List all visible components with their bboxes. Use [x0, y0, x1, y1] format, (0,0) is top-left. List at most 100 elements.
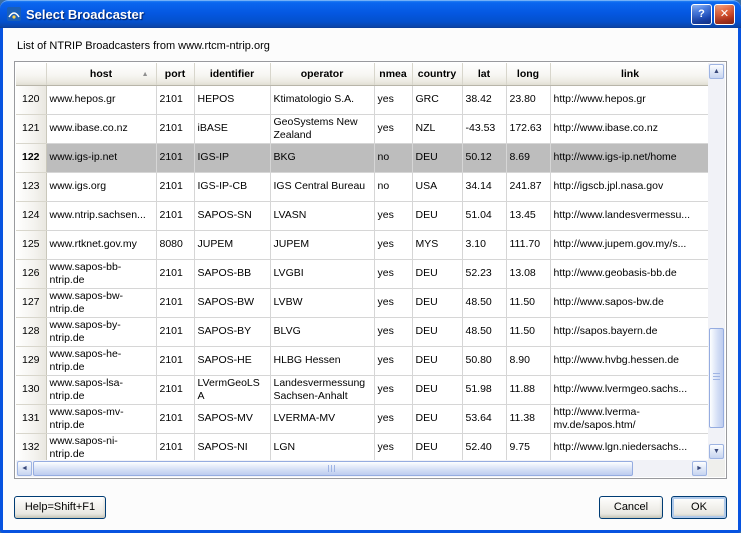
- cell-lat[interactable]: -43.53: [462, 114, 506, 143]
- cell-operator[interactable]: LGN: [270, 433, 374, 462]
- cell-operator[interactable]: LVGBI: [270, 259, 374, 288]
- cell-host[interactable]: www.rtknet.gov.my: [46, 230, 156, 259]
- cell-host[interactable]: www.sapos-he-ntrip.de: [46, 346, 156, 375]
- cell-host[interactable]: www.hepos.gr: [46, 85, 156, 114]
- corner-header-cell[interactable]: [16, 63, 46, 85]
- cell-long[interactable]: 111.70: [506, 230, 550, 259]
- cell-link[interactable]: http://www.lverma-mv.de/sapos.htm/: [550, 404, 710, 433]
- vertical-scrollbar[interactable]: ▲ ▼: [708, 63, 725, 460]
- col-header-lat[interactable]: lat: [462, 63, 506, 85]
- cell-country[interactable]: DEU: [412, 317, 462, 346]
- cell-identifier[interactable]: SAPOS-HE: [194, 346, 270, 375]
- cell-link[interactable]: http://sapos.bayern.de: [550, 317, 710, 346]
- cell-lat[interactable]: 50.12: [462, 143, 506, 172]
- ok-button[interactable]: OK: [671, 496, 727, 519]
- cell-link[interactable]: http://www.jupem.gov.my/s...: [550, 230, 710, 259]
- table-row[interactable]: 128www.sapos-by-ntrip.de2101SAPOS-BYBLVG…: [16, 317, 710, 346]
- cell-long[interactable]: 23.80: [506, 85, 550, 114]
- cell-identifier[interactable]: SAPOS-NI: [194, 433, 270, 462]
- vertical-scroll-thumb[interactable]: [709, 328, 724, 428]
- table-row[interactable]: 125www.rtknet.gov.my8080JUPEMJUPEMyesMYS…: [16, 230, 710, 259]
- col-header-nmea[interactable]: nmea: [374, 63, 412, 85]
- cell-host[interactable]: www.sapos-bw-ntrip.de: [46, 288, 156, 317]
- row-number[interactable]: 132: [16, 433, 46, 462]
- cell-lat[interactable]: 3.10: [462, 230, 506, 259]
- cell-port[interactable]: 8080: [156, 230, 194, 259]
- cell-port[interactable]: 2101: [156, 375, 194, 404]
- cell-nmea[interactable]: no: [374, 143, 412, 172]
- table-row[interactable]: 127www.sapos-bw-ntrip.de2101SAPOS-BWLVBW…: [16, 288, 710, 317]
- cell-long[interactable]: 9.75: [506, 433, 550, 462]
- cell-operator[interactable]: LVASN: [270, 201, 374, 230]
- cell-lat[interactable]: 52.40: [462, 433, 506, 462]
- cell-long[interactable]: 241.87: [506, 172, 550, 201]
- cell-link[interactable]: http://www.igs-ip.net/home: [550, 143, 710, 172]
- cell-long[interactable]: 8.69: [506, 143, 550, 172]
- cell-link[interactable]: http://www.hepos.gr: [550, 85, 710, 114]
- cell-link[interactable]: http://www.lgn.niedersachs...: [550, 433, 710, 462]
- cell-host[interactable]: www.ibase.co.nz: [46, 114, 156, 143]
- cell-long[interactable]: 172.63: [506, 114, 550, 143]
- cell-nmea[interactable]: yes: [374, 85, 412, 114]
- cell-operator[interactable]: BKG: [270, 143, 374, 172]
- cell-identifier[interactable]: IGS-IP-CB: [194, 172, 270, 201]
- table-row[interactable]: 126www.sapos-bb-ntrip.de2101SAPOS-BBLVGB…: [16, 259, 710, 288]
- cell-identifier[interactable]: SAPOS-BB: [194, 259, 270, 288]
- cell-port[interactable]: 2101: [156, 172, 194, 201]
- cell-operator[interactable]: JUPEM: [270, 230, 374, 259]
- cell-link[interactable]: http://www.geobasis-bb.de: [550, 259, 710, 288]
- cell-nmea[interactable]: yes: [374, 346, 412, 375]
- titlebar[interactable]: Select Broadcaster ? ✕: [0, 0, 741, 28]
- table-row[interactable]: 123www.igs.org2101IGS-IP-CBIGS Central B…: [16, 172, 710, 201]
- cell-nmea[interactable]: yes: [374, 230, 412, 259]
- row-number[interactable]: 125: [16, 230, 46, 259]
- cell-identifier[interactable]: JUPEM: [194, 230, 270, 259]
- cell-port[interactable]: 2101: [156, 346, 194, 375]
- cell-long[interactable]: 11.50: [506, 317, 550, 346]
- cell-long[interactable]: 13.08: [506, 259, 550, 288]
- cell-link[interactable]: http://igscb.jpl.nasa.gov: [550, 172, 710, 201]
- table-row[interactable]: 122www.igs-ip.net2101IGS-IPBKGnoDEU50.12…: [16, 143, 710, 172]
- cell-host[interactable]: www.sapos-by-ntrip.de: [46, 317, 156, 346]
- cell-nmea[interactable]: yes: [374, 259, 412, 288]
- cell-long[interactable]: 11.88: [506, 375, 550, 404]
- cell-port[interactable]: 2101: [156, 317, 194, 346]
- cell-country[interactable]: DEU: [412, 143, 462, 172]
- cell-nmea[interactable]: yes: [374, 317, 412, 346]
- cell-nmea[interactable]: yes: [374, 288, 412, 317]
- table-viewport[interactable]: host ▲ port identifier operator nmea cou…: [16, 63, 710, 462]
- col-header-operator[interactable]: operator: [270, 63, 374, 85]
- row-number[interactable]: 122: [16, 143, 46, 172]
- close-button[interactable]: ✕: [714, 4, 735, 25]
- cell-country[interactable]: DEU: [412, 433, 462, 462]
- cell-operator[interactable]: IGS Central Bureau: [270, 172, 374, 201]
- cell-port[interactable]: 2101: [156, 201, 194, 230]
- row-number[interactable]: 123: [16, 172, 46, 201]
- cell-operator[interactable]: GeoSystems New Zealand: [270, 114, 374, 143]
- cell-link[interactable]: http://www.sapos-bw.de: [550, 288, 710, 317]
- cell-identifier[interactable]: SAPOS-SN: [194, 201, 270, 230]
- scroll-up-icon[interactable]: ▲: [709, 64, 724, 79]
- col-header-identifier[interactable]: identifier: [194, 63, 270, 85]
- cell-operator[interactable]: Ktimatologio S.A.: [270, 85, 374, 114]
- table-row[interactable]: 132www.sapos-ni-ntrip.de2101SAPOS-NILGNy…: [16, 433, 710, 462]
- cell-operator[interactable]: LVERMA-MV: [270, 404, 374, 433]
- row-number[interactable]: 124: [16, 201, 46, 230]
- scroll-right-icon[interactable]: ►: [692, 461, 707, 476]
- cell-lat[interactable]: 53.64: [462, 404, 506, 433]
- cell-nmea[interactable]: no: [374, 172, 412, 201]
- cell-host[interactable]: www.sapos-mv-ntrip.de: [46, 404, 156, 433]
- row-number[interactable]: 121: [16, 114, 46, 143]
- row-number[interactable]: 128: [16, 317, 46, 346]
- cell-country[interactable]: DEU: [412, 404, 462, 433]
- cell-identifier[interactable]: IGS-IP: [194, 143, 270, 172]
- cell-port[interactable]: 2101: [156, 288, 194, 317]
- table-row[interactable]: 130www.sapos-lsa-ntrip.de2101LVermGeoLSA…: [16, 375, 710, 404]
- cell-country[interactable]: NZL: [412, 114, 462, 143]
- cell-lat[interactable]: 52.23: [462, 259, 506, 288]
- help-shortcut-button[interactable]: Help=Shift+F1: [14, 496, 106, 519]
- cell-link[interactable]: http://www.hvbg.hessen.de: [550, 346, 710, 375]
- cell-lat[interactable]: 38.42: [462, 85, 506, 114]
- cell-host[interactable]: www.sapos-lsa-ntrip.de: [46, 375, 156, 404]
- cell-country[interactable]: USA: [412, 172, 462, 201]
